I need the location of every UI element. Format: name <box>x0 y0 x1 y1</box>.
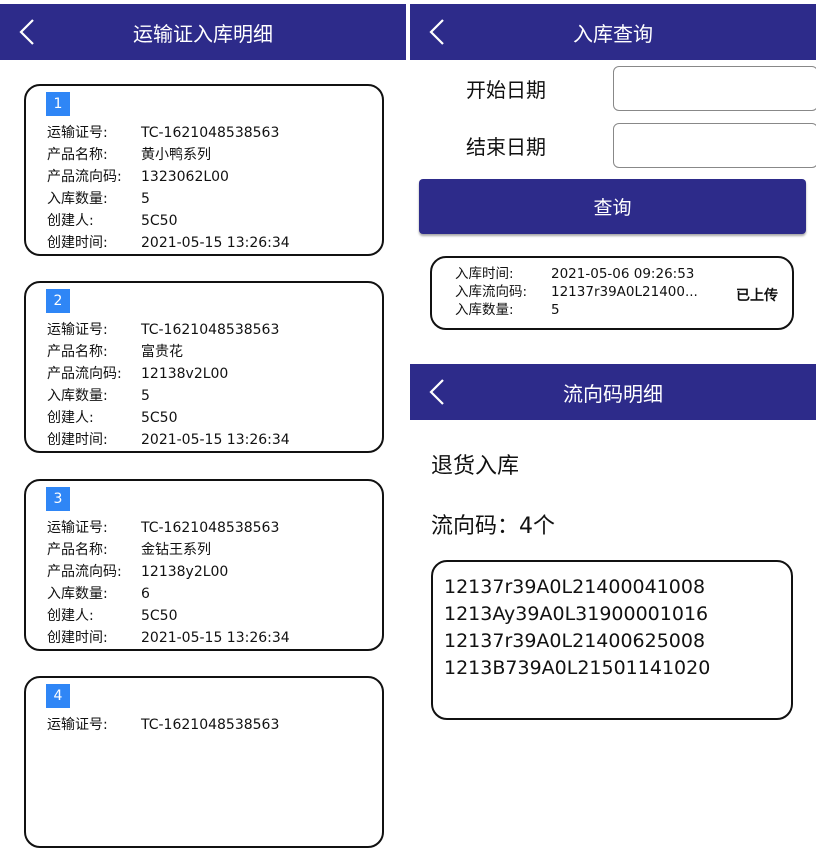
field-value: 5C50 <box>141 410 178 426</box>
field-label: 创建时间: <box>47 432 108 448</box>
code-list: 12137r39A0L21400041008 1213Ay39A0L319000… <box>431 560 793 720</box>
field-value: TC-1621048538563 <box>141 322 280 338</box>
chevron-left-icon[interactable] <box>426 17 448 47</box>
card-field-row: 产品流向码: 12138v2L00 <box>47 363 290 385</box>
page-title: 入库查询 <box>573 21 653 46</box>
result-row: 入库时间: 2021-05-06 09:26:53 <box>455 266 695 282</box>
card-field-row: 创建人: 5C50 <box>47 407 290 429</box>
field-label: 创建时间: <box>47 235 108 251</box>
field-label: 运输证号: <box>47 322 108 338</box>
card-field-row: 创建人: 5C50 <box>47 605 290 627</box>
field-value: TC-1621048538563 <box>141 125 280 141</box>
flow-code: 12137r39A0L21400625008 <box>444 630 706 652</box>
field-label: 产品流向码: <box>47 169 122 185</box>
transport-card[interactable]: 1 运输证号: TC-1621048538563 产品名称: 黄小鸭系列产品流向码: 13… <box>24 84 384 256</box>
card-field-row: 入库数量: 6 <box>47 583 290 605</box>
result-item[interactable]: 入库时间: 2021-05-06 09:26:53 入库流向码: 12137r39A… <box>430 256 794 330</box>
page-title: 运输证入库明细 <box>133 21 273 46</box>
card-field-row: 创建人: 5C50 <box>47 210 290 232</box>
card-field-row: 创建时间: 2021-05-15 13:26:34 <box>47 232 290 254</box>
card-field-row: 产品名称: 黄小鸭系列 <box>47 144 290 166</box>
result-row: 入库数量: 5 <box>455 302 560 318</box>
card-index-badge: 4 <box>46 684 70 708</box>
transport-card[interactable]: 2 运输证号: TC-1621048538563 产品名称: 富贵花产品流向码: 1213… <box>24 281 384 453</box>
start-date-label: 开始日期 <box>466 78 546 102</box>
field-value: TC-1621048538563 <box>141 520 280 536</box>
field-value: 2021-05-15 13:26:34 <box>141 432 290 448</box>
field-label: 运输证号: <box>47 125 108 141</box>
field-value: 6 <box>141 586 150 602</box>
field-value: 1323062L00 <box>141 169 229 185</box>
field-label: 创建人: <box>47 213 94 229</box>
field-label: 入库数量: <box>47 191 108 207</box>
flow-code: 12137r39A0L21400041008 <box>444 576 706 598</box>
field-value: TC-1621048538563 <box>141 717 280 733</box>
field-value: 金钻王系列 <box>141 542 211 558</box>
field-label: 运输证号: <box>47 717 108 733</box>
card-field-row: 入库数量: 5 <box>47 188 290 210</box>
card-field-row: 运输证号: TC-1621048538563 <box>47 517 290 539</box>
card-field-row: 产品流向码: 1323062L00 <box>47 166 290 188</box>
field-value: 12138y2L00 <box>141 564 229 580</box>
code-count-label: 流向码：4个 <box>431 514 555 539</box>
query-header: 入库查询 <box>410 4 816 60</box>
card-field-row: 产品名称: 富贵花 <box>47 341 290 363</box>
field-value: 2021-05-15 13:26:34 <box>141 235 290 251</box>
left-header: 运输证入库明细 <box>0 4 406 60</box>
field-value: 5C50 <box>141 213 178 229</box>
field-value: 黄小鸭系列 <box>141 147 211 163</box>
card-field-row: 创建时间: 2021-05-15 13:26:34 <box>47 627 290 649</box>
field-value: 5 <box>141 191 150 207</box>
field-label: 产品名称: <box>47 344 108 360</box>
card-field-row: 运输证号: TC-1621048538563 <box>47 319 290 341</box>
field-label: 创建人: <box>47 608 94 624</box>
field-value: 富贵花 <box>141 344 183 360</box>
card-index-badge: 1 <box>46 92 70 116</box>
card-field-row: 创建时间: 2021-05-15 13:26:34 <box>47 429 290 451</box>
page-title: 流向码明细 <box>563 381 663 406</box>
end-date-label: 结束日期 <box>466 135 546 159</box>
field-label: 运输证号: <box>47 520 108 536</box>
start-date-input[interactable] <box>613 66 816 111</box>
field-label: 产品流向码: <box>47 564 122 580</box>
return-type-label: 退货入库 <box>431 454 520 479</box>
upload-status: 已上传 <box>736 288 778 304</box>
card-index-badge: 2 <box>46 289 70 313</box>
field-label: 产品名称: <box>47 147 108 163</box>
card-field-row: 运输证号: TC-1621048538563 <box>47 714 279 736</box>
flow-code: 1213B739A0L21501141020 <box>444 657 711 679</box>
field-label: 产品流向码: <box>47 366 122 382</box>
field-value: 12138v2L00 <box>141 366 229 382</box>
transport-card[interactable]: 3 运输证号: TC-1621048538563 产品名称: 金钻王系列产品流向码: 12… <box>24 479 384 651</box>
field-value: 2021-05-15 13:26:34 <box>141 630 290 646</box>
result-row: 入库流向码: 12137r39A0L21400... <box>455 284 698 300</box>
flow-header: 流向码明细 <box>410 364 816 420</box>
end-date-input[interactable] <box>613 123 816 168</box>
field-value: 5 <box>141 388 150 404</box>
card-field-row: 入库数量: 5 <box>47 385 290 407</box>
field-label: 创建时间: <box>47 630 108 646</box>
card-field-row: 运输证号: TC-1621048538563 <box>47 122 290 144</box>
chevron-left-icon[interactable] <box>16 17 38 47</box>
field-label: 产品名称: <box>47 542 108 558</box>
chevron-left-icon[interactable] <box>426 377 448 407</box>
flow-code: 1213Ay39A0L31900001016 <box>444 603 709 625</box>
card-field-row: 产品名称: 金钻王系列 <box>47 539 290 561</box>
field-label: 创建人: <box>47 410 94 426</box>
field-label: 入库数量: <box>47 586 108 602</box>
transport-card[interactable]: 4 运输证号: TC-1621048538563 <box>24 676 384 848</box>
field-label: 入库数量: <box>47 388 108 404</box>
field-value: 5C50 <box>141 608 178 624</box>
query-button[interactable]: 查询 <box>419 179 806 234</box>
card-field-row: 产品流向码: 12138y2L00 <box>47 561 290 583</box>
card-index-badge: 3 <box>46 487 70 511</box>
